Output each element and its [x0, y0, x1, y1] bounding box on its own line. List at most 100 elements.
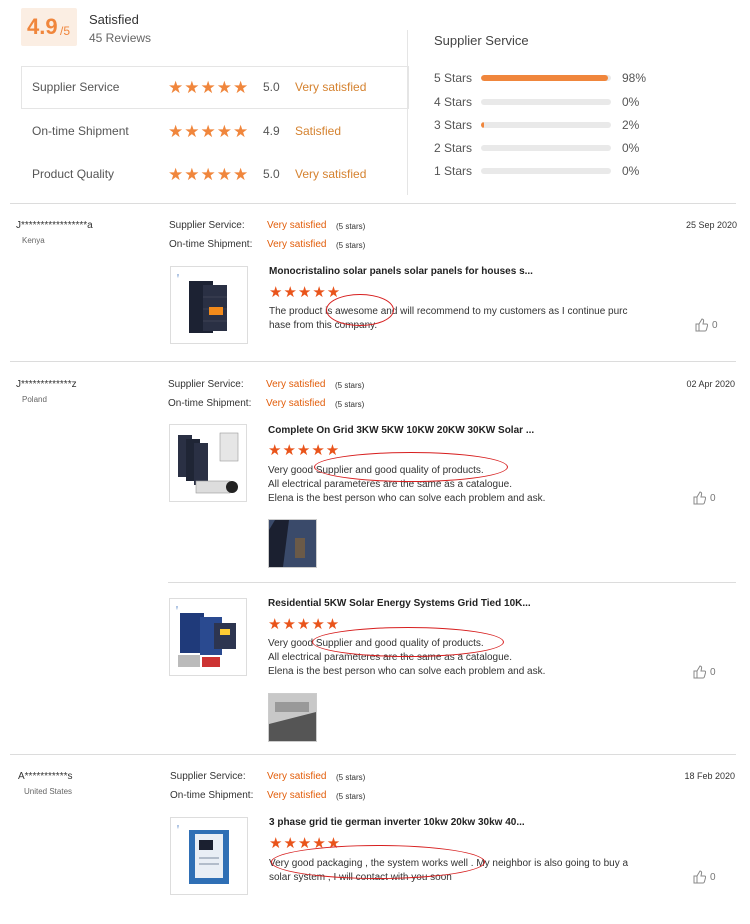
meta-value-supplier: Very satisfied — [266, 379, 326, 390]
rating-text-quality: Very satisfied — [295, 167, 367, 181]
solar-panel-icon: ᵞ — [177, 274, 227, 333]
dist-pct-5: 98% — [622, 71, 647, 85]
overall-score: 4.9 — [27, 14, 58, 39]
highlight-annotation — [314, 452, 508, 482]
dist-label-4: 4 Stars — [434, 95, 473, 109]
review-count: 45 Reviews — [89, 31, 152, 45]
rating-value-quality: 5.0 — [263, 167, 280, 181]
rating-label-shipment[interactable]: On-time Shipment — [32, 124, 129, 138]
thumbs-up-icon — [695, 318, 709, 332]
meta-stars-note: (5 stars) — [335, 381, 365, 390]
meta-label-supplier: Supplier Service: — [168, 379, 244, 390]
product-title[interactable]: Monocristalino solar panels solar panels… — [269, 266, 533, 277]
separator — [10, 361, 736, 362]
review-stars: ★★★★★ — [268, 442, 341, 459]
solar-kit-icon — [178, 432, 239, 494]
dist-label-3: 3 Stars — [434, 118, 473, 132]
separator — [10, 754, 736, 755]
meta-label-supplier: Supplier Service: — [170, 771, 246, 782]
reviewer-name: A***********s — [18, 771, 73, 782]
thumbs-up-icon — [693, 665, 707, 679]
dist-label-2: 2 Stars — [434, 141, 473, 155]
meta-label-supplier: Supplier Service: — [169, 220, 245, 231]
like-count: 0 — [710, 667, 716, 678]
dist-bar-3 — [481, 122, 611, 128]
like-button[interactable] — [692, 665, 707, 684]
like-count: 0 — [710, 872, 716, 883]
thumbs-up-icon — [693, 870, 707, 884]
meta-stars-note: (5 stars) — [336, 773, 366, 782]
review-date: 02 Apr 2020 — [686, 379, 735, 389]
reviewer-country: United States — [24, 787, 73, 796]
solar-system-icon: ᵞ — [176, 606, 236, 667]
review-stars: ★★★★★ — [269, 284, 342, 301]
product-image[interactable]: ᵞ — [169, 598, 247, 676]
product-title[interactable]: Complete On Grid 3KW 5KW 10KW 20KW 30KW … — [268, 425, 534, 436]
review-date: 25 Sep 2020 — [685, 220, 737, 230]
product-image[interactable] — [169, 424, 247, 502]
review-photo-image — [269, 520, 316, 567]
review-stars: ★★★★★ — [268, 616, 341, 633]
overall-label: Satisfied — [89, 12, 139, 27]
like-count: 0 — [712, 320, 718, 331]
rating-label-supplier[interactable]: Supplier Service — [32, 80, 119, 94]
review-date: 18 Feb 2020 — [684, 771, 735, 781]
like-button[interactable] — [692, 870, 707, 889]
reviewer-country: Poland — [22, 395, 47, 404]
dist-label-1: 1 Stars — [434, 164, 473, 178]
dist-bar-1 — [481, 168, 611, 174]
like-button[interactable] — [692, 491, 707, 510]
rating-label-quality[interactable]: Product Quality — [32, 167, 114, 181]
dist-fill-5 — [481, 75, 609, 81]
meta-value-shipment: Very satisfied — [267, 239, 327, 250]
inverter-icon: ᵞ — [177, 825, 229, 884]
review-text-line: The product is awesome and will recommen… — [269, 306, 628, 317]
item-separator — [168, 582, 736, 583]
dist-bar-4 — [481, 99, 611, 105]
highlight-annotation — [271, 845, 485, 879]
dist-pct-4: 0% — [622, 95, 640, 109]
reviewer-name: J*****************a — [16, 220, 93, 231]
meta-value-supplier: Very satisfied — [267, 220, 327, 231]
rating-text-supplier: Very satisfied — [295, 80, 367, 94]
rating-value-supplier: 5.0 — [263, 80, 280, 94]
svg-text:ᵞ: ᵞ — [176, 606, 178, 612]
meta-stars-note: (5 stars) — [336, 222, 366, 231]
dist-label-5: 5 Stars — [434, 71, 473, 85]
svg-text:ᵞ: ᵞ — [177, 274, 179, 280]
review-text-line: Elena is the best person who can solve e… — [268, 666, 546, 677]
dist-pct-1: 0% — [622, 164, 640, 178]
like-button[interactable] — [694, 318, 709, 337]
meta-stars-note: (5 stars) — [335, 400, 365, 409]
meta-stars-note: (5 stars) — [336, 792, 366, 801]
dist-pct-3: 2% — [622, 118, 640, 132]
dist-bar-5 — [481, 75, 611, 81]
product-image[interactable]: ᵞ — [170, 817, 248, 895]
meta-label-shipment: On-time Shipment: — [169, 239, 253, 250]
meta-value-shipment: Very satisfied — [267, 790, 327, 801]
meta-label-shipment: On-time Shipment: — [168, 398, 252, 409]
product-image[interactable]: ᵞ — [170, 266, 248, 344]
svg-text:ᵞ: ᵞ — [177, 825, 179, 831]
product-title[interactable]: Residential 5KW Solar Energy Systems Gri… — [268, 598, 531, 609]
rating-stars-shipment: ★★★★★ — [168, 122, 250, 141]
thumbs-up-icon — [693, 491, 707, 505]
separator — [10, 203, 736, 204]
highlight-annotation — [326, 294, 394, 326]
meta-value-supplier: Very satisfied — [267, 771, 327, 782]
product-title[interactable]: 3 phase grid tie german inverter 10kw 20… — [269, 817, 525, 828]
dist-pct-2: 0% — [622, 141, 640, 155]
meta-label-shipment: On-time Shipment: — [170, 790, 254, 801]
reviewer-name: J*************z — [16, 379, 77, 390]
rating-value-shipment: 4.9 — [263, 124, 280, 138]
divider — [407, 30, 408, 195]
dist-bar-2 — [481, 145, 611, 151]
review-photo[interactable] — [268, 519, 317, 568]
meta-value-shipment: Very satisfied — [266, 398, 326, 409]
review-text-line: Elena is the best person who can solve e… — [268, 493, 546, 504]
review-photo[interactable] — [268, 693, 317, 742]
rating-stars-supplier: ★★★★★ — [168, 78, 250, 97]
rating-stars-quality: ★★★★★ — [168, 165, 250, 184]
meta-stars-note: (5 stars) — [336, 241, 366, 250]
dist-fill-3 — [481, 122, 484, 128]
